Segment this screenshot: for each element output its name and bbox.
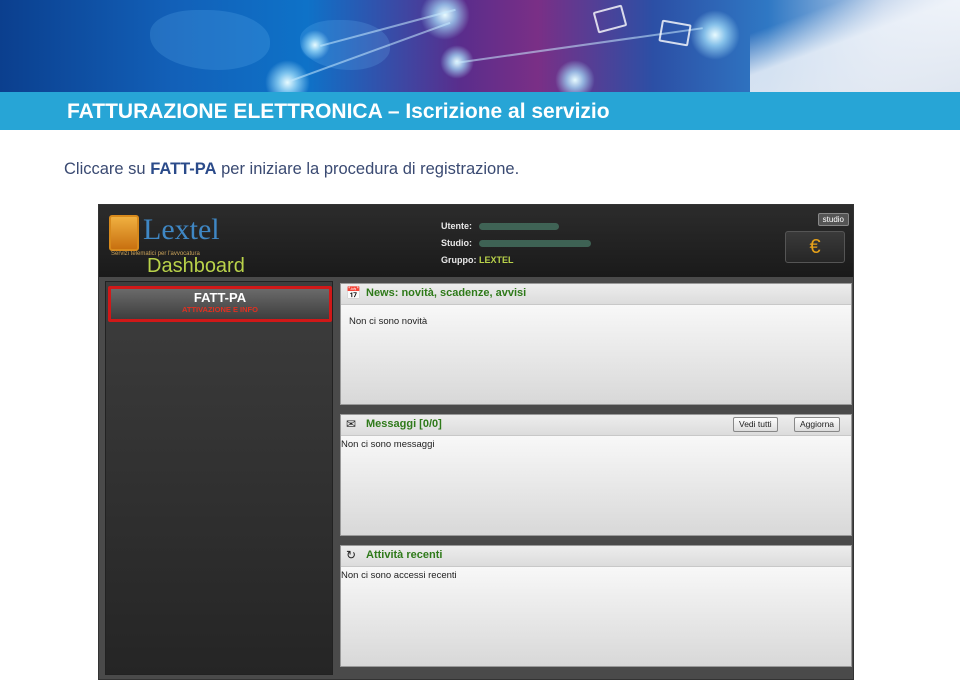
instruction-prefix: Cliccare su <box>64 160 151 178</box>
app-header: Lextel Servizi telematici per l'avvocatu… <box>99 205 853 277</box>
messages-title: Messaggi [0/0] <box>366 418 442 430</box>
laptop-image <box>750 0 960 92</box>
activity-title: Attività recenti <box>366 549 443 561</box>
news-title: News: novità, scadenze, avvisi <box>366 287 527 299</box>
lextel-logo: Lextel Servizi telematici per l'avvocatu… <box>109 211 254 277</box>
studio-label: Studio: <box>441 238 472 248</box>
vedi-tutti-button[interactable]: Vedi tutti <box>733 417 778 432</box>
gruppo-label: Gruppo: <box>441 255 477 265</box>
instruction-text: Cliccare su FATT-PA per iniziare la proc… <box>64 160 519 179</box>
messages-body: Non ci sono messaggi <box>341 439 435 450</box>
studio-button[interactable]: studio <box>817 213 849 226</box>
refresh-icon: ↻ <box>346 548 357 562</box>
slide-title: FATTURAZIONE ELETTRONICA – Iscrizione al… <box>67 100 610 123</box>
calendar-icon: 📅 <box>346 286 361 300</box>
envelope-icon <box>592 4 628 34</box>
instruction-highlight: FATT-PA <box>150 160 217 178</box>
instruction-suffix: per iniziare la procedura di registrazio… <box>216 160 520 178</box>
news-panel-header: 📅 News: novità, scadenze, avvisi <box>341 284 851 305</box>
logo-name: Lextel <box>143 213 220 246</box>
activity-body: Non ci sono accessi recenti <box>341 570 457 581</box>
logo-dashboard: Dashboard <box>147 255 245 277</box>
messages-panel-header: ✉ Messaggi [0/0] Vedi tutti Aggiorna <box>341 415 851 436</box>
news-body: Non ci sono novità <box>349 316 428 327</box>
slide-title-bar: FATTURAZIONE ELETTRONICA – Iscrizione al… <box>0 92 960 130</box>
sidebar: FATT-PA ATTIVAZIONE E INFO <box>105 281 333 675</box>
fatt-pa-title: FATT-PA <box>193 290 247 305</box>
messages-panel: ✉ Messaggi [0/0] Vedi tutti Aggiorna Non… <box>340 414 852 536</box>
network-node-glow <box>690 10 740 60</box>
network-node-glow <box>555 60 595 92</box>
slide-banner <box>0 0 960 92</box>
app-screenshot: Lextel Servizi telematici per l'avvocatu… <box>98 204 854 680</box>
euro-button[interactable]: € <box>785 231 845 263</box>
euro-icon: € <box>809 236 821 258</box>
user-info: Utente: Studio: Gruppo: LEXTEL <box>441 218 591 269</box>
network-node-glow <box>420 0 470 40</box>
gruppo-value: LEXTEL <box>479 255 514 265</box>
logo-mark-icon <box>109 215 139 251</box>
world-map-shape <box>150 10 270 70</box>
blurred-user-value <box>479 223 559 231</box>
envelope-icon: ✉ <box>346 417 357 431</box>
aggiorna-button[interactable]: Aggiorna <box>794 417 841 432</box>
utente-label: Utente: <box>441 221 472 231</box>
activity-panel-header: ↻ Attività recenti <box>341 546 851 567</box>
fatt-pa-subtitle: ATTIVAZIONE E INFO <box>182 305 258 314</box>
fatt-pa-button[interactable]: FATT-PA ATTIVAZIONE E INFO <box>108 286 332 322</box>
activity-panel: ↻ Attività recenti Non ci sono accessi r… <box>340 545 852 667</box>
news-panel: 📅 News: novità, scadenze, avvisi Non ci … <box>340 283 852 405</box>
envelope-icon <box>658 19 692 47</box>
blurred-studio-value <box>479 240 591 248</box>
